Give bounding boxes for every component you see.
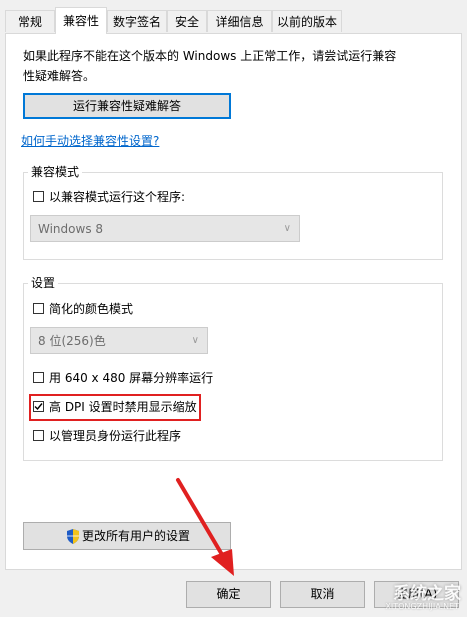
- run-admin-label: 以管理员身份运行此程序: [49, 429, 182, 443]
- tab-details[interactable]: 详细信息: [207, 10, 272, 32]
- watermark-text: 系统之家: [393, 584, 461, 604]
- color-depth-value: 8 位(256)色: [38, 334, 106, 348]
- shield-icon: [67, 529, 79, 544]
- intro-text: 如果此程序不能在这个版本的 Windows 上正常工作，请尝试运行兼容性疑难解答…: [23, 49, 397, 83]
- run-640-label: 用 640 x 480 屏幕分辨率运行: [49, 371, 214, 385]
- compat-os-value: Windows 8: [38, 222, 104, 236]
- compat-mode-checkbox[interactable]: [33, 191, 44, 202]
- run-640-option[interactable]: 用 640 x 480 屏幕分辨率运行: [33, 370, 233, 386]
- tab-compatibility[interactable]: 兼容性: [55, 7, 107, 34]
- run-admin-option[interactable]: 以管理员身份运行此程序: [33, 428, 233, 444]
- reduced-color-option[interactable]: 简化的颜色模式: [33, 301, 233, 317]
- color-depth-select[interactable]: 8 位(256)色 ∨: [30, 327, 208, 354]
- change-all-users-label: 更改所有用户的设置: [82, 529, 191, 543]
- reduced-color-checkbox[interactable]: [33, 303, 44, 314]
- change-all-users-button[interactable]: 更改所有用户的设置: [23, 522, 231, 550]
- tab-previous-versions[interactable]: 以前的版本: [272, 10, 342, 32]
- ok-button[interactable]: 确定: [186, 581, 271, 608]
- reduced-color-label: 简化的颜色模式: [49, 302, 134, 316]
- compat-os-select[interactable]: Windows 8 ∨: [30, 215, 300, 242]
- compat-mode-label: 以兼容模式运行这个程序:: [49, 190, 186, 204]
- tab-security[interactable]: 安全: [167, 10, 207, 32]
- troubleshoot-button[interactable]: 运行兼容性疑难解答: [23, 93, 231, 119]
- run-640-checkbox[interactable]: [33, 372, 44, 383]
- chevron-down-icon: ∨: [191, 335, 199, 346]
- run-admin-checkbox[interactable]: [33, 430, 44, 441]
- watermark: 系统之家 XITONGZHIJIA.NET: [307, 575, 467, 617]
- chevron-down-icon: ∨: [283, 223, 291, 234]
- compat-mode-title: 兼容模式: [28, 165, 83, 179]
- tab-general[interactable]: 常规: [5, 10, 55, 32]
- settings-title: 设置: [28, 276, 59, 290]
- tab-digital-signatures[interactable]: 数字签名: [107, 10, 167, 32]
- compat-mode-option[interactable]: 以兼容模式运行这个程序:: [33, 189, 253, 205]
- highlight-box: [29, 394, 201, 421]
- manual-settings-link[interactable]: 如何手动选择兼容性设置?: [21, 132, 159, 149]
- watermark-url: XITONGZHIJIA.NET: [385, 602, 459, 611]
- tab-strip: 常规 兼容性 数字签名 安全 详细信息 以前的版本: [0, 0, 467, 34]
